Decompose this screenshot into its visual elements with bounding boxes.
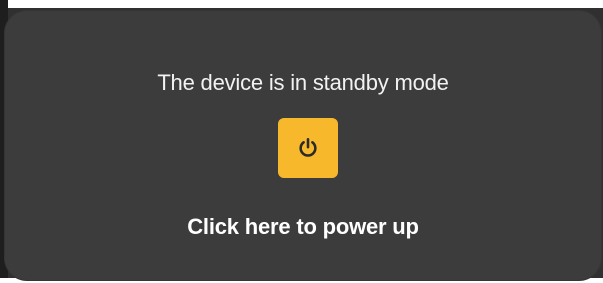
backdrop-top-edge [0,0,603,8]
power-icon [297,137,319,159]
standby-message: The device is in standby mode [157,70,449,95]
power-up-button[interactable] [278,118,338,178]
standby-overlay-panel: The device is in standby mode Click here… [5,11,601,280]
power-up-link[interactable]: Click here to power up [5,213,601,241]
